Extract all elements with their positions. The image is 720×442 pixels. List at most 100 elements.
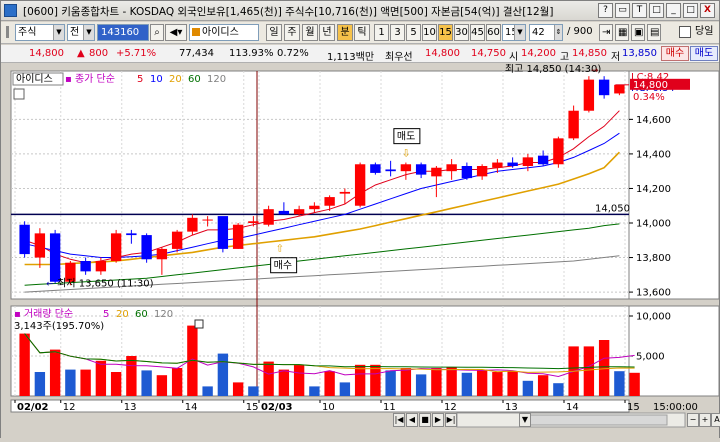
ask-price: 14,800: [425, 48, 460, 59]
period-month-button[interactable]: 월: [302, 24, 318, 41]
interval-10-button[interactable]: 10: [422, 24, 437, 41]
candle: [217, 216, 229, 249]
interval-45-button[interactable]: 45: [470, 24, 485, 41]
market-select[interactable]: 주식 ▼: [15, 24, 65, 41]
layout-button[interactable]: ▤: [647, 24, 661, 41]
volume-bar: [324, 371, 335, 396]
zoom-out-button[interactable]: −: [687, 413, 699, 427]
volume-ma-period: 20: [116, 309, 129, 320]
minimize-button[interactable]: _: [666, 3, 681, 18]
price-change: 800: [89, 48, 109, 59]
volume-bar: [293, 364, 305, 396]
candle: [156, 248, 168, 260]
chart-canvas[interactable]: 14,600 14,400 14,200 14,000 13,800 13,600 10,0…: [1, 63, 720, 439]
count-total: / 900: [567, 26, 593, 37]
bid-price: 14,750: [471, 48, 506, 59]
maximize-alt-button[interactable]: □: [649, 3, 664, 18]
minute-button[interactable]: 분: [337, 24, 353, 41]
scrollbar-thumb: [526, 414, 668, 426]
candle: [34, 233, 46, 258]
trade-amount: 1,113백만: [327, 52, 375, 63]
tick-button[interactable]: 틱: [354, 24, 370, 41]
volume-bar: [553, 383, 564, 396]
open-label: 시: [509, 52, 519, 63]
close-button[interactable]: X: [700, 3, 715, 18]
zoom-in-button[interactable]: +: [699, 413, 711, 427]
volume-bar: [80, 369, 91, 396]
stock-name-field[interactable]: 아이디스: [189, 24, 259, 41]
up-arrow-icon: ⇧: [276, 244, 284, 255]
candle: [461, 166, 473, 179]
interval-15-button[interactable]: 15: [438, 24, 453, 41]
volume-bar: [385, 370, 396, 396]
buy-button[interactable]: 매수: [661, 46, 689, 61]
stock-flag-icon: [192, 28, 200, 36]
lock-button[interactable]: ▣: [631, 24, 645, 41]
volume-legend-label: ▪ 거래량 단순: [14, 308, 73, 320]
low-label: 저: [611, 52, 621, 63]
volume-tick-label: 5,000: [636, 352, 665, 363]
sell-signal-label: 매도: [397, 131, 415, 143]
custom-interval-select[interactable]: 15 ▼: [502, 24, 526, 41]
window-title: [0600] 키움종합차트 - KOSDAQ 외국인보유[1,465(천)] 주…: [23, 6, 554, 18]
interval-30-button[interactable]: 30: [454, 24, 469, 41]
single-day-label: 당일: [695, 26, 714, 37]
prev-button[interactable]: ◀: [406, 413, 418, 427]
mode-select[interactable]: 전 ▼: [67, 24, 95, 41]
candle: [370, 164, 381, 173]
open-price: 14,200: [521, 48, 556, 59]
interval-1-button[interactable]: 1: [374, 24, 389, 41]
count-input[interactable]: 42 ⇕: [529, 24, 563, 41]
grid-view-button[interactable]: ▦: [615, 24, 629, 41]
y-tick-label: 14,400: [636, 149, 671, 160]
maximize-button[interactable]: □: [683, 3, 698, 18]
mode-value: 전: [70, 27, 80, 38]
dropdown-button[interactable]: ▼: [519, 413, 531, 427]
chart-area[interactable]: 14,600 14,400 14,200 14,000 13,800 13,600 10,0…: [1, 63, 720, 439]
period-year-button[interactable]: 년: [319, 24, 335, 41]
volume-bar: [232, 382, 244, 396]
period-day-button[interactable]: 일: [266, 24, 282, 41]
first-page-button[interactable]: |◀: [393, 413, 405, 427]
current-price-label: 14,800: [633, 80, 668, 91]
single-day-checkbox[interactable]: [679, 26, 691, 38]
app-icon: [4, 4, 17, 17]
period-week-button[interactable]: 주: [284, 24, 300, 41]
current-pct-label: 0.34%: [633, 92, 665, 103]
auto-button[interactable]: A: [711, 413, 720, 427]
stock-code-input[interactable]: 143160: [97, 24, 149, 41]
text-button[interactable]: T: [632, 3, 647, 18]
volume-current: 3,143주(195.70%): [14, 321, 104, 332]
interval-5-button[interactable]: 5: [406, 24, 421, 41]
interval-60-button[interactable]: 60: [486, 24, 501, 41]
candle: [110, 233, 122, 261]
next-button[interactable]: ▶: [432, 413, 444, 427]
stop-button[interactable]: ■: [419, 413, 431, 427]
grip-icon: [5, 25, 14, 42]
volume-bar: [95, 360, 107, 396]
sound-button[interactable]: ◀▾: [165, 24, 187, 41]
volume-bar: [476, 369, 488, 396]
candle: [598, 79, 610, 96]
candle: [49, 233, 61, 282]
help-button[interactable]: ?: [598, 3, 613, 18]
volume-bar: [431, 368, 442, 396]
count-value: 42: [532, 27, 545, 38]
last-page-button[interactable]: ▶|: [445, 413, 457, 427]
search-button[interactable]: ⌕: [150, 24, 164, 41]
candle: [141, 235, 152, 260]
candle: [614, 84, 625, 94]
candle: [400, 164, 412, 172]
apply-button[interactable]: ⇥: [599, 24, 613, 41]
interval-3-button[interactable]: 3: [390, 24, 405, 41]
title-bar[interactable]: [0600] 키움종합차트 - KOSDAQ 외국인보유[1,465(천)] 주…: [1, 1, 719, 21]
x-tick-label: 14: [566, 402, 579, 413]
stock-legend-name: 아이디스: [16, 73, 53, 85]
candle: [568, 110, 579, 139]
arrow-left-icon: ←: [46, 279, 54, 289]
sell-button[interactable]: 매도: [690, 46, 718, 61]
restore-button[interactable]: ▭: [615, 3, 630, 18]
candle: [492, 162, 503, 168]
volume-bar: [370, 364, 381, 396]
high-price: 14,850: [572, 48, 607, 59]
